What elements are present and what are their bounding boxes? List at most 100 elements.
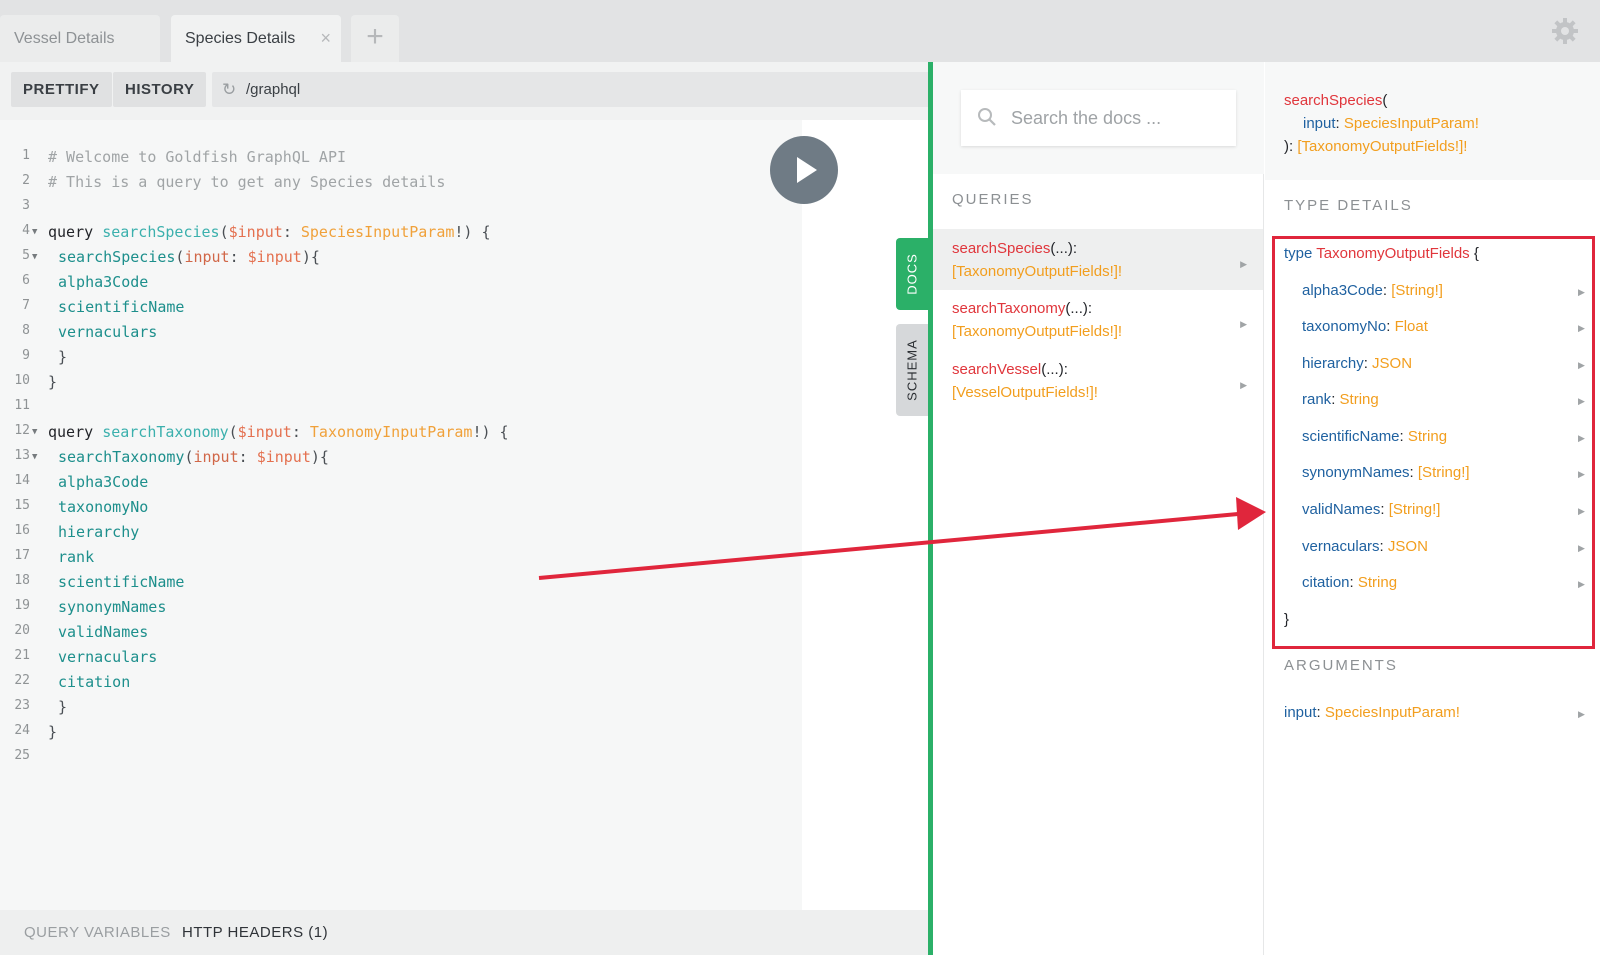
code-brace: } [58,348,68,366]
code-field: vernaculars [58,648,158,666]
queries-heading: QUERIES [952,191,1034,208]
docs-tab-label: DOCS [904,253,920,295]
line-number: 9 [22,348,30,363]
query-args: (...): [1041,361,1068,378]
line-number: 10 [14,373,30,388]
line-number: 6 [22,273,30,288]
add-tab-button[interactable]: + [351,15,399,62]
signature-name: searchSpecies [1284,92,1383,109]
argument-input[interactable]: input: SpeciesInputParam! ▶ [1284,704,1585,721]
search-icon [978,108,996,126]
line-number: 12 [14,423,30,438]
close-icon[interactable]: × [320,15,331,62]
signature-arg-type[interactable]: SpeciesInputParam! [1344,115,1479,132]
query-return-type: [VesselOutputFields!]! [952,384,1098,401]
fold-arrow-icon[interactable]: ▼ [32,452,37,462]
code-field: scientificName [58,573,185,591]
docs-search-input[interactable] [1011,104,1221,132]
signature-arg[interactable]: input [1303,115,1336,132]
query-return-type: [TaxonomyOutputFields!]! [952,323,1123,340]
line-number: 3 [22,198,30,213]
docs-explorer: QUERIES searchSpecies(...): [TaxonomyOut… [933,62,1264,955]
code-field: taxonomyNo [58,498,149,516]
type-details-pane: searchSpecies( input: SpeciesInputParam!… [1265,62,1600,955]
code-comment: # This is a query to get any Species det… [48,173,446,191]
query-editor[interactable]: 1 2 3 4 5 6 7 8 9 10 11 12 13 14 15 16 1… [0,120,802,910]
play-icon[interactable] [770,136,838,204]
code-field: searchSpecies [58,248,176,266]
tab-label: Vessel Details [14,30,115,47]
code-field: vernaculars [58,323,158,341]
code-variable: $input [228,223,283,241]
query-item-search-taxonomy[interactable]: searchTaxonomy(...): [TaxonomyOutputFiel… [933,289,1263,350]
line-number: 13 [14,448,30,463]
code-brace: } [58,698,68,716]
history-button[interactable]: HISTORY [113,72,207,107]
code-brace: } [48,723,58,741]
variables-bar: QUERY VARIABLES HTTP HEADERS (1) [0,910,928,955]
gear-icon[interactable] [1550,16,1580,46]
query-args: (...): [1065,300,1093,317]
line-number: 4 [22,223,30,238]
line-number: 2 [22,173,30,188]
code-field: scientificName [58,298,185,316]
query-name: searchTaxonomy [952,300,1066,317]
line-number: 17 [14,548,30,563]
chevron-right-icon: ▶ [1578,709,1585,719]
fold-arrow-icon[interactable]: ▼ [32,227,37,237]
tab-schema[interactable]: SCHEMA [896,324,928,416]
code-field: alpha3Code [58,273,149,291]
schema-tab-label: SCHEMA [904,339,920,401]
query-signature: searchSpecies( input: SpeciesInputParam!… [1265,62,1600,180]
line-number: 20 [14,623,30,638]
argument-name: input [1284,704,1317,721]
query-editor-pane: PRETTIFY HISTORY ↻ /graphql 1 2 3 4 5 6 … [0,62,928,955]
code-field: hierarchy [58,523,140,541]
line-number: 14 [14,473,30,488]
query-item-search-species[interactable]: searchSpecies(...): [TaxonomyOutputField… [933,229,1263,290]
query-args: (...): [1050,240,1078,257]
tab-vessel-details[interactable]: Vessel Details [0,15,160,62]
code-line-call-1: searchSpecies(input: $input){ [58,248,320,266]
code-line-query-2: query searchTaxonomy($input: TaxonomyInp… [48,423,509,441]
endpoint-url-field[interactable]: ↻ /graphql [212,72,928,107]
code-arg: input [184,248,230,266]
line-number: 1 [22,148,30,163]
code-keyword: query [48,423,94,441]
line-number: 11 [14,398,30,413]
fold-arrow-icon[interactable]: ▼ [32,252,37,262]
code-variable: $input [247,248,302,266]
highlight-box [1272,236,1595,649]
query-item-search-vessel[interactable]: searchVessel(...): [VesselOutputFields!]… [933,350,1263,411]
argument-type[interactable]: SpeciesInputParam! [1325,704,1460,721]
code-comment: # Welcome to Goldfish GraphQL API [48,148,347,166]
signature-close: ): [1284,138,1294,155]
endpoint-url: /graphql [246,81,301,98]
line-number: 24 [14,723,30,738]
prettify-button[interactable]: PRETTIFY [11,72,112,107]
tab-species-details[interactable]: Species Details × [171,15,341,62]
fold-arrow-icon[interactable]: ▼ [32,427,37,437]
query-name: searchVessel [952,361,1042,378]
docs-search-area [933,62,1264,174]
line-number: 25 [14,748,30,763]
docs-search-box[interactable] [961,90,1236,146]
code-brace: } [48,373,58,391]
code-query-name: searchSpecies [102,223,220,241]
query-variables-tab[interactable]: QUERY VARIABLES [24,924,171,941]
line-number: 7 [22,298,30,313]
code-line-call-2: searchTaxonomy(input: $input){ [58,448,329,466]
code-type: SpeciesInputParam [300,223,455,241]
code-field: synonymNames [58,598,167,616]
code-keyword: query [48,223,94,241]
line-number: 23 [14,698,30,713]
code-variable: $input [237,423,292,441]
tab-docs[interactable]: DOCS [896,238,928,310]
reload-icon[interactable]: ↻ [222,72,236,107]
line-number: 8 [22,323,30,338]
signature-return-type[interactable]: [TaxonomyOutputFields!]! [1297,138,1467,155]
code-line-query-1: query searchSpecies($input: SpeciesInput… [48,223,491,241]
arguments-heading: ARGUMENTS [1284,657,1398,674]
http-headers-tab[interactable]: HTTP HEADERS (1) [182,924,328,941]
code-variable: $input [256,448,311,466]
